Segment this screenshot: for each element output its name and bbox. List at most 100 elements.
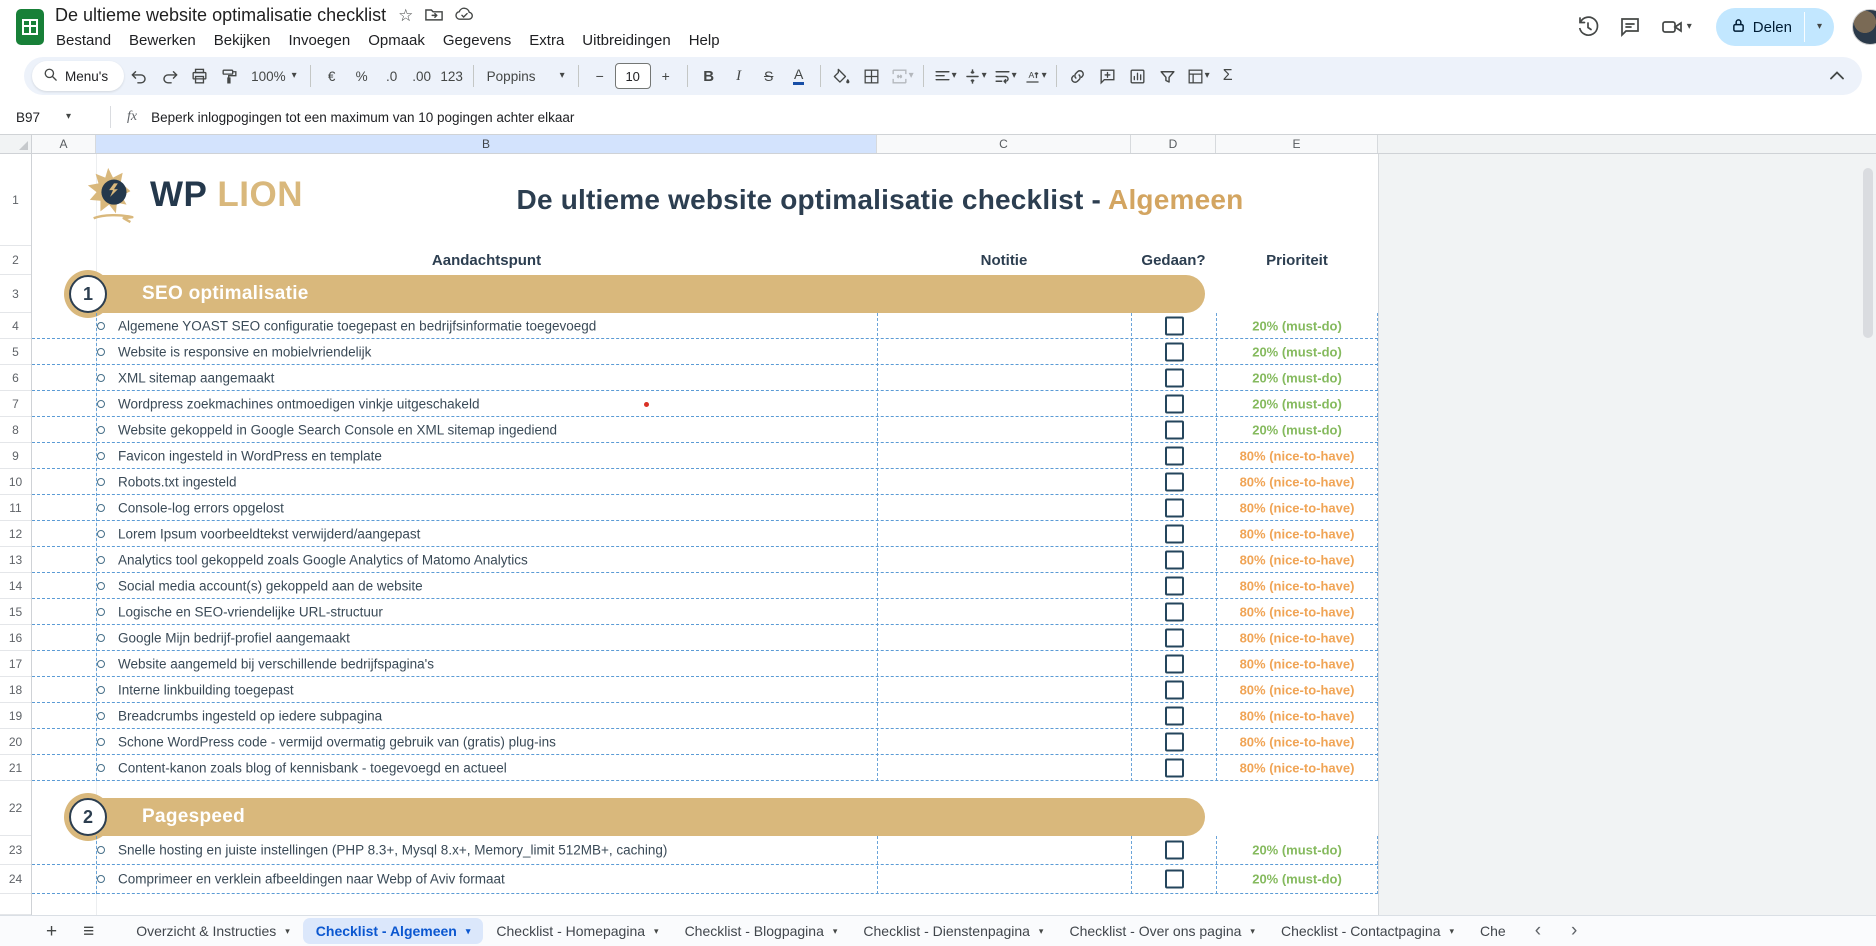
sheet-tab-checklist-contactpagina[interactable]: Checklist - Contactpagina▾ [1268, 918, 1467, 944]
redo-button[interactable] [155, 62, 183, 90]
functions-button[interactable]: Σ [1214, 62, 1242, 90]
row-header-2[interactable]: 2 [0, 246, 31, 275]
header-aandachtspunt[interactable]: Aandachtspunt [96, 246, 877, 275]
menu-item-invoegen[interactable]: Invoegen [279, 29, 359, 52]
sheet-canvas[interactable]: WPLION De ultieme website optimalisatie … [32, 154, 1378, 915]
comments-icon[interactable] [1618, 15, 1642, 39]
row-header-8[interactable]: 8 [0, 417, 31, 443]
vertical-scrollbar[interactable] [1863, 168, 1873, 338]
checkbox[interactable] [1165, 550, 1184, 569]
sheet-tab-checklist-dienstenpagina[interactable]: Checklist - Dienstenpagina▾ [850, 918, 1056, 944]
table-row[interactable]: Social media account(s) gekoppeld aan de… [32, 573, 1378, 599]
menu-item-opmaak[interactable]: Opmaak [359, 29, 434, 52]
format-percent-button[interactable]: % [348, 62, 376, 90]
table-row[interactable]: Google Mijn bedrijf-profiel aangemaakt80… [32, 625, 1378, 651]
table-row[interactable]: Content-kanon zoals blog of kennisbank -… [32, 755, 1378, 781]
table-row[interactable]: Lorem Ipsum voorbeeldtekst verwijderd/aa… [32, 521, 1378, 547]
select-all-corner[interactable] [0, 135, 32, 153]
increase-decimals-button[interactable]: .00 [408, 62, 436, 90]
row-header-4[interactable]: 4 [0, 313, 31, 339]
table-row[interactable]: Snelle hosting en juiste instellingen (P… [32, 836, 1378, 865]
table-row[interactable]: Analytics tool gekoppeld zoals Google An… [32, 547, 1378, 573]
share-button[interactable]: Delen ▾ [1716, 8, 1834, 46]
cloud-status-icon[interactable] [455, 7, 474, 24]
column-header-A[interactable]: A [32, 135, 96, 153]
sheet-tab-overzicht-instructies[interactable]: Overzicht & Instructies▾ [123, 918, 303, 944]
column-header-D[interactable]: D [1131, 135, 1216, 153]
undo-button[interactable] [125, 62, 153, 90]
strikethrough-button[interactable]: S [755, 62, 783, 90]
table-row[interactable]: Comprimeer en verklein afbeeldingen naar… [32, 865, 1378, 894]
bold-button[interactable]: B [695, 62, 723, 90]
italic-button[interactable]: I [725, 62, 753, 90]
version-history-icon[interactable] [1576, 15, 1600, 39]
checkbox[interactable] [1165, 524, 1184, 543]
table-row[interactable]: Interne linkbuilding toegepast80% (nice-… [32, 677, 1378, 703]
fill-color-button[interactable] [828, 62, 856, 90]
column-header-C[interactable]: C [877, 135, 1131, 153]
paint-format-button[interactable] [215, 62, 243, 90]
row-header-1[interactable]: 1 [0, 154, 31, 246]
checkbox[interactable] [1165, 576, 1184, 595]
checkbox[interactable] [1165, 420, 1184, 439]
checkbox[interactable] [1165, 628, 1184, 647]
add-sheet-button[interactable]: + [46, 922, 57, 941]
tabs-scroll-right-button[interactable]: › [1571, 920, 1577, 942]
checkbox[interactable] [1165, 446, 1184, 465]
decrease-font-size-button[interactable]: − [586, 62, 614, 90]
table-row[interactable]: Favicon ingesteld in WordPress en templa… [32, 443, 1378, 469]
menu-item-bestand[interactable]: Bestand [47, 29, 120, 52]
row-header-9[interactable]: 9 [0, 443, 31, 469]
move-folder-icon[interactable] [425, 7, 443, 25]
menu-item-help[interactable]: Help [680, 29, 729, 52]
row-header-15[interactable]: 15 [0, 599, 31, 625]
column-header-E[interactable]: E [1216, 135, 1378, 153]
row-header-11[interactable]: 11 [0, 495, 31, 521]
text-color-button[interactable]: A [793, 67, 804, 85]
horizontal-align-button[interactable]: ▾ [931, 62, 959, 90]
borders-button[interactable] [858, 62, 886, 90]
checkbox[interactable] [1165, 342, 1184, 361]
star-icon[interactable]: ☆ [398, 7, 413, 24]
row-header-21[interactable]: 21 [0, 755, 31, 781]
checkbox[interactable] [1165, 602, 1184, 621]
checkbox[interactable] [1165, 368, 1184, 387]
menu-item-bekijken[interactable]: Bekijken [205, 29, 280, 52]
menu-item-bewerken[interactable]: Bewerken [120, 29, 205, 52]
row-header-23[interactable]: 23 [0, 836, 31, 865]
font-size-input[interactable]: 10 [615, 63, 651, 89]
checkbox[interactable] [1165, 654, 1184, 673]
increase-font-size-button[interactable]: + [652, 62, 680, 90]
toolbar-search-button[interactable]: Menu's [32, 61, 124, 91]
header-prioriteit[interactable]: Prioriteit [1216, 246, 1378, 275]
vertical-align-button[interactable]: ▾ [961, 62, 989, 90]
name-box[interactable]: B97 ▾ [0, 110, 108, 125]
checkbox[interactable] [1165, 841, 1184, 860]
checkbox[interactable] [1165, 732, 1184, 751]
table-row[interactable]: Website gekoppeld in Google Search Conso… [32, 417, 1378, 443]
all-sheets-button[interactable]: ≡ [83, 922, 93, 941]
table-views-button[interactable]: ▾ [1184, 62, 1212, 90]
header-gedaan[interactable]: Gedaan? [1131, 246, 1216, 275]
row-header-7[interactable]: 7 [0, 391, 31, 417]
table-row[interactable]: Robots.txt ingesteld80% (nice-to-have) [32, 469, 1378, 495]
menu-item-gegevens[interactable]: Gegevens [434, 29, 520, 52]
row-header-5[interactable]: 5 [0, 339, 31, 365]
checkbox[interactable] [1165, 316, 1184, 335]
checkbox[interactable] [1165, 498, 1184, 517]
sheet-tab-che[interactable]: Che [1467, 918, 1519, 944]
print-button[interactable] [185, 62, 213, 90]
row-header-22[interactable]: 22 [0, 781, 31, 836]
row-header-16[interactable]: 16 [0, 625, 31, 651]
more-formats-button[interactable]: 123 [438, 62, 466, 90]
row-header-24[interactable]: 24 [0, 865, 31, 894]
column-header-B[interactable]: B [96, 135, 877, 153]
account-avatar[interactable] [1852, 9, 1876, 45]
row-header-10[interactable]: 10 [0, 469, 31, 495]
table-row[interactable]: Schone WordPress code - vermijd overmati… [32, 729, 1378, 755]
format-currency-button[interactable]: € [318, 62, 346, 90]
row-header-18[interactable]: 18 [0, 677, 31, 703]
row-header-6[interactable]: 6 [0, 365, 31, 391]
row-header-12[interactable]: 12 [0, 521, 31, 547]
table-row[interactable]: Breadcrumbs ingesteld op iedere subpagin… [32, 703, 1378, 729]
